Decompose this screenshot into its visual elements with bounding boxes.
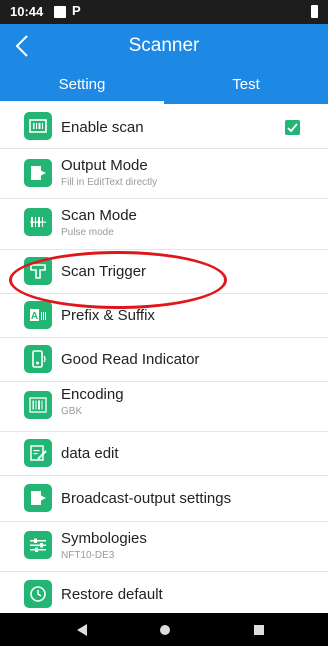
nav-back-icon[interactable] — [77, 624, 87, 636]
symbologies-label: Symbologies — [61, 530, 147, 547]
symbologies-item[interactable]: Symbologies NFT10-DE3 — [0, 522, 328, 570]
nav-recents-icon[interactable] — [254, 625, 264, 635]
scan-mode-item[interactable]: Scan Mode Pulse mode — [0, 199, 328, 247]
edit-icon — [24, 439, 52, 467]
status-time: 10:44 — [10, 4, 44, 19]
restore-default-item[interactable]: Restore default — [0, 572, 328, 613]
good-read-icon — [24, 345, 52, 373]
highlight-annotation — [9, 251, 227, 309]
app-bar: Scanner — [0, 24, 328, 68]
output-icon — [24, 159, 52, 187]
tab-setting[interactable]: Setting — [0, 68, 164, 104]
encoding-icon — [24, 391, 52, 419]
symbologies-icon — [24, 531, 52, 559]
enable-scan-checkbox[interactable] — [285, 120, 300, 135]
page-title: Scanner — [128, 35, 200, 56]
tab-bar: Setting Test — [0, 68, 328, 104]
broadcast-output-label: Broadcast-output settings — [61, 490, 232, 507]
broadcast-icon — [24, 484, 52, 512]
tab-test[interactable]: Test — [164, 68, 328, 104]
output-mode-item[interactable]: Output Mode Fill in EditText directly — [0, 149, 328, 197]
good-read-indicator-item[interactable]: Good Read Indicator — [0, 338, 328, 380]
data-edit-label: data edit — [61, 445, 119, 462]
battery-icon — [311, 5, 318, 18]
restore-default-label: Restore default — [61, 586, 163, 603]
enable-scan-label: Enable scan — [61, 119, 144, 136]
encoding-item[interactable]: Encoding GBK — [0, 382, 328, 430]
data-edit-item[interactable]: data edit — [0, 432, 328, 474]
output-mode-value: Fill in EditText directly — [61, 177, 158, 188]
restore-icon — [24, 580, 52, 608]
good-read-indicator-label: Good Read Indicator — [61, 351, 200, 368]
output-mode-label: Output Mode — [61, 157, 148, 174]
navigation-bar — [0, 613, 328, 646]
barcode-scan-icon — [24, 112, 52, 140]
scan-mode-label: Scan Mode — [61, 207, 137, 224]
prefix-suffix-icon: A — [24, 301, 52, 329]
prefix-suffix-label: Prefix & Suffix — [61, 307, 155, 324]
broadcast-output-item[interactable]: Broadcast-output settings — [0, 476, 328, 520]
encoding-value: GBK — [61, 406, 83, 417]
notification-icon — [54, 6, 66, 18]
scan-mode-icon — [24, 208, 52, 236]
scan-mode-value: Pulse mode — [61, 227, 114, 238]
enable-scan-item[interactable]: Enable scan — [0, 106, 328, 147]
status-bar: 10:44 P — [0, 0, 328, 24]
p-notification-icon: P — [72, 3, 81, 18]
nav-home-icon[interactable] — [160, 625, 170, 635]
encoding-label: Encoding — [61, 386, 124, 403]
symbologies-value: NFT10-DE3 — [61, 550, 115, 561]
svg-text:A: A — [31, 311, 38, 322]
settings-list: Enable scan Output Mode Fill in EditText… — [0, 104, 328, 613]
